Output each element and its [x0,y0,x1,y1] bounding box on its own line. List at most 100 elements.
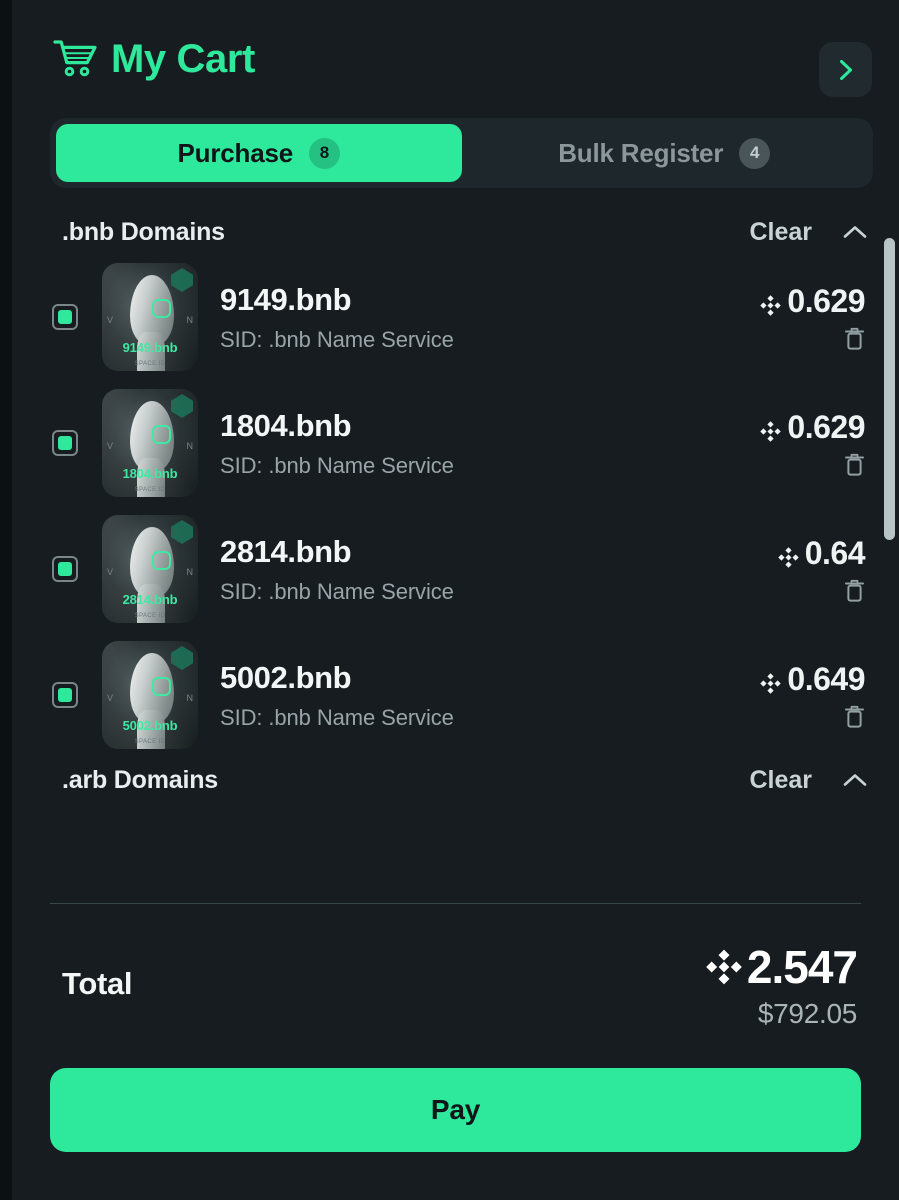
item-price-group: 0.629 [758,283,871,351]
cart-item-row[interactable]: V N 2814.bnb SPACE ID 2814.bnb SID: .bnb… [50,506,873,632]
cart-item-row[interactable]: V N 9149.bnb SPACE ID 9149.bnb SID: .bnb… [50,254,873,380]
item-checkbox[interactable] [52,556,78,582]
thumb-side-right-label: N [186,692,194,703]
page-title: My Cart [111,37,255,81]
delete-item-button[interactable] [844,326,865,351]
pay-button[interactable]: Pay [50,1068,861,1152]
cart-footer: Total 2.547 $792.05 Pay [12,903,899,1200]
thumb-side-right-label: N [186,440,194,451]
item-domain-name: 1804.bnb [220,407,352,443]
item-price: 0.629 [758,409,865,446]
section-header-arb: .arb Domains Clear [50,758,873,802]
thumbnail-domain-label: 9149.bnb [122,340,178,355]
item-price: 0.649 [758,661,865,698]
section-actions-arb: Clear [749,766,868,795]
thumb-side-right-label: N [186,314,194,325]
delete-item-button[interactable] [844,452,865,477]
item-domain-name: 5002.bnb [220,659,352,695]
item-checkbox[interactable] [52,682,78,708]
total-values: 2.547 $792.05 [704,941,858,1030]
domain-thumbnail[interactable]: V N 9149.bnb SPACE ID [102,263,198,371]
cart-item-row[interactable]: V N 5002.bnb SPACE ID 5002.bnb SID: .bnb… [50,632,873,758]
trash-icon [844,578,865,603]
total-crypto-amount: 2.547 [704,941,858,993]
item-price-value: 0.64 [804,535,866,571]
list-bottom-fade [12,857,899,903]
item-price-group: 0.64 [776,535,871,603]
expand-panel-button[interactable] [819,42,872,97]
item-domain-name: 2814.bnb [220,533,352,569]
shopping-cart-icon [53,39,97,79]
cart-items-scroll-area[interactable]: .bnb Domains Clear V N 9149.bnb SPACE ID… [12,210,899,903]
thumbnail-domain-label: 1804.bnb [122,466,178,481]
cart-title-group: My Cart [53,39,255,79]
square-glyph-icon [151,298,171,318]
vertical-scrollbar[interactable] [884,228,895,873]
item-subtitle: SID: .bnb Name Service [220,578,454,604]
trash-icon [844,326,865,351]
thumb-side-left-label: V [107,692,114,703]
bnb-icon [758,289,783,316]
section-actions-bnb: Clear [749,218,868,247]
square-glyph-icon [151,424,171,444]
bnb-icon [704,947,744,987]
delete-item-button[interactable] [844,704,865,729]
item-price-group: 0.629 [758,409,871,477]
tab-bulk-register[interactable]: Bulk Register 4 [462,124,868,182]
item-checkbox[interactable] [52,430,78,456]
square-glyph-icon [151,676,171,696]
my-cart-panel: My Cart Purchase 8 Bulk Register 4 .bnb … [12,0,899,1200]
thumb-side-left-label: V [107,440,114,451]
item-subtitle: SID: .bnb Name Service [220,452,454,478]
chevron-up-icon[interactable] [842,772,868,788]
cart-item-row[interactable]: V N 1804.bnb SPACE ID 1804.bnb SID: .bnb… [50,380,873,506]
thumb-side-left-label: V [107,314,114,325]
item-info: 5002.bnb SID: .bnb Name Service [198,659,758,732]
domain-thumbnail[interactable]: V N 5002.bnb SPACE ID [102,641,198,749]
bnb-icon [758,667,783,694]
tab-purchase[interactable]: Purchase 8 [56,124,462,182]
item-price-value: 0.629 [787,283,865,319]
tab-purchase-label: Purchase [177,137,294,168]
bnb-icon [758,415,783,442]
item-checkbox[interactable] [52,304,78,330]
item-subtitle: SID: .bnb Name Service [220,326,454,352]
item-info: 2814.bnb SID: .bnb Name Service [198,533,776,606]
bnb-icon [776,541,801,568]
domain-thumbnail[interactable]: V N 1804.bnb SPACE ID [102,389,198,497]
chevron-up-icon[interactable] [842,224,868,240]
total-crypto-value: 2.547 [746,941,858,993]
tab-bulk-register-label: Bulk Register [558,137,724,168]
section-header-bnb: .bnb Domains Clear [50,210,873,254]
scrollbar-thumb[interactable] [884,238,895,540]
clear-arb-button[interactable]: Clear [749,766,812,795]
checkbox-fill [58,688,72,702]
thumbnail-domain-label: 5002.bnb [122,718,178,733]
item-price: 0.64 [776,535,866,572]
page-backdrop [0,0,12,1200]
clear-bnb-button[interactable]: Clear [749,218,812,247]
checkbox-fill [58,436,72,450]
item-price-value: 0.629 [787,409,865,445]
checkbox-fill [58,562,72,576]
tab-purchase-badge: 8 [308,137,340,169]
footer-divider [50,903,861,904]
domain-thumbnail[interactable]: V N 2814.bnb SPACE ID [102,515,198,623]
thumbnail-brand-label: SPACE ID [134,739,166,745]
item-domain-name: 9149.bnb [220,281,352,317]
item-price-value: 0.649 [787,661,865,697]
delete-item-button[interactable] [844,578,865,603]
total-label: Total [62,966,133,1001]
thumb-side-right-label: N [186,566,194,577]
thumbnail-domain-label: 2814.bnb [122,592,178,607]
section-title-bnb: .bnb Domains [62,217,225,246]
cart-panel-root: My Cart Purchase 8 Bulk Register 4 .bnb … [0,0,899,1200]
section-title-arb: .arb Domains [62,765,218,794]
item-price: 0.629 [758,283,865,320]
trash-icon [844,704,865,729]
square-glyph-icon [151,550,171,570]
thumbnail-brand-label: SPACE ID [134,613,166,619]
trash-icon [844,452,865,477]
tab-bulk-register-badge: 4 [739,137,771,169]
total-fiat-value: $792.05 [757,998,857,1029]
